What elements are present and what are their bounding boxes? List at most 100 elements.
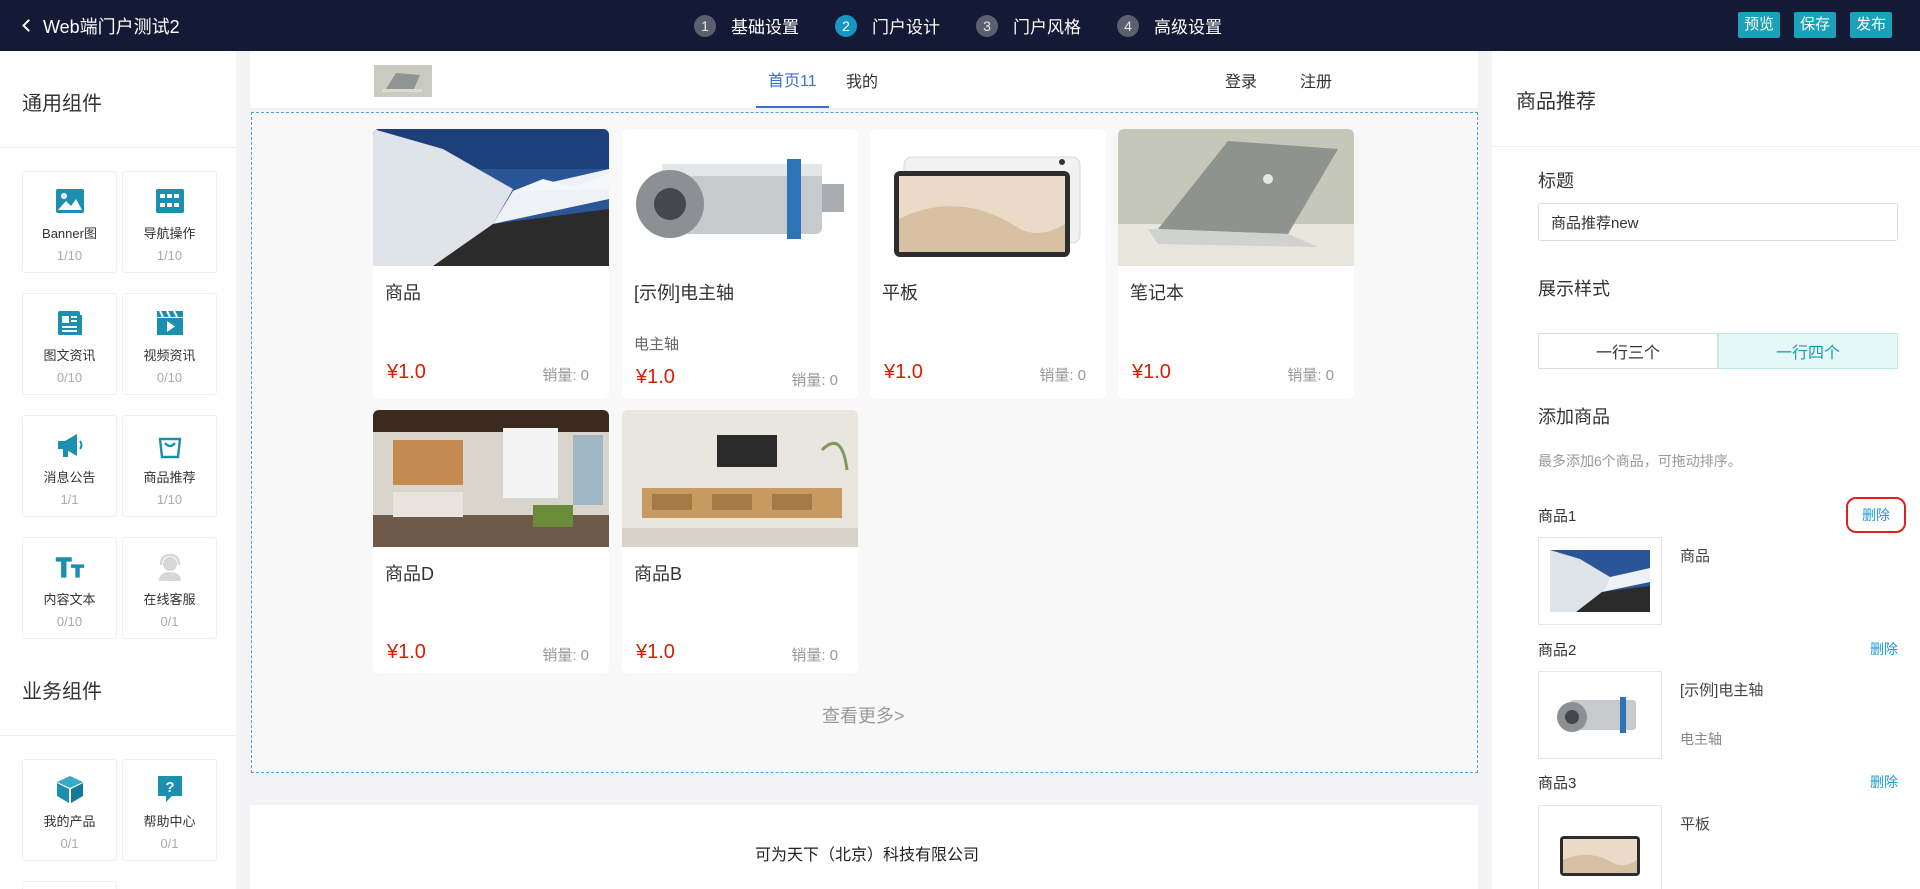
thumbnail-image (1550, 684, 1650, 746)
site-logo[interactable] (374, 65, 432, 97)
login-link[interactable]: 登录 (1225, 51, 1257, 108)
divider (1492, 146, 1920, 147)
component-name: 在线客服 (143, 592, 196, 607)
component-name: 图文资讯 (43, 348, 96, 363)
component-count: 1/10 (156, 492, 183, 507)
properties-panel: 商品推荐 标题 展示样式 一行三个 一行四个 添加商品 最多添加6个商品，可拖动… (1492, 51, 1920, 889)
article-icon (54, 307, 86, 339)
product-sales: 销量: 0 (791, 372, 838, 389)
component-video[interactable]: 视频资讯 0/10 (122, 293, 217, 395)
component-palette: 通用组件 Banner图 1/10 导航操作 1/10 图文资讯 0/10 视频… (0, 51, 236, 889)
video-icon (154, 307, 186, 339)
business-components-title: 业务组件 (22, 681, 102, 703)
thumbnail-image (1550, 818, 1650, 880)
product-sales: 销量: 0 (1287, 367, 1334, 384)
component-count: 1/10 (156, 248, 183, 263)
component-navigation[interactable]: 导航操作 1/10 (122, 171, 217, 273)
product-card[interactable]: 笔记本 ¥1.0 销量: 0 (1118, 129, 1354, 399)
component-name: 消息公告 (43, 470, 96, 485)
component-count: 0/1 (60, 836, 79, 851)
megaphone-icon (54, 429, 86, 461)
product-price: ¥1.0 (884, 361, 923, 383)
step-number: 4 (1117, 14, 1139, 37)
component-name: 视频资讯 (143, 348, 196, 363)
component-my-products[interactable]: 我的产品 0/1 (22, 759, 117, 861)
svg-text:?: ? (165, 779, 174, 796)
step-label: 门户风格 (1013, 18, 1081, 37)
product-price: ¥1.0 (387, 361, 426, 383)
divider (0, 735, 236, 736)
product-card[interactable]: 商品B ¥1.0 销量: 0 (622, 410, 858, 673)
item-thumbnail[interactable] (1538, 805, 1662, 889)
component-banner[interactable]: Banner图 1/10 (22, 171, 117, 273)
component-count: 1/10 (56, 248, 83, 263)
component-text[interactable]: 内容文本 0/10 (22, 537, 117, 639)
item-label: 商品1 (1538, 508, 1577, 525)
title-input[interactable] (1538, 203, 1898, 241)
style-option-three[interactable]: 一行三个 (1538, 333, 1718, 369)
delete-button[interactable]: 删除 (1846, 497, 1906, 533)
component-more[interactable] (22, 881, 117, 889)
item-name: [示例]电主轴 (1680, 682, 1764, 699)
save-button[interactable]: 保存 (1793, 12, 1836, 38)
item-thumbnail[interactable] (1538, 671, 1662, 759)
product-sales: 销量: 0 (1039, 367, 1086, 384)
product-image (622, 129, 858, 266)
item-thumbnail[interactable] (1538, 537, 1662, 625)
product-image (1118, 129, 1354, 266)
component-product-recommend[interactable]: 商品推荐 1/10 (122, 415, 217, 517)
component-count: 0/1 (160, 836, 179, 851)
help-icon: ? (154, 773, 186, 805)
nav-mine[interactable]: 我的 (846, 51, 878, 108)
style-option-four[interactable]: 一行四个 (1718, 333, 1898, 369)
product-sales: 销量: 0 (542, 647, 589, 664)
step-label: 门户设计 (872, 18, 940, 37)
add-products-label: 添加商品 (1538, 407, 1610, 427)
component-help-center[interactable]: ? 帮助中心 0/1 (122, 759, 217, 861)
product-card[interactable]: 商品 ¥1.0 销量: 0 (373, 129, 609, 399)
item-label: 商品2 (1538, 642, 1577, 659)
step-number: 3 (976, 14, 998, 37)
navigation-icon (154, 185, 186, 217)
product-price: ¥1.0 (636, 366, 675, 388)
step-number: 2 (835, 14, 857, 37)
back-button[interactable]: Web端门户测试2 (22, 0, 180, 51)
step-portal-style[interactable]: 3 门户风格 (976, 13, 1081, 38)
nav-home[interactable]: 首页11 (756, 51, 829, 108)
item-name: 商品 (1680, 548, 1711, 565)
component-name: 帮助中心 (143, 814, 196, 829)
item-desc: 电主轴 (1680, 731, 1722, 747)
component-name: 内容文本 (43, 592, 96, 607)
component-announcement[interactable]: 消息公告 1/1 (22, 415, 117, 517)
product-card[interactable]: [示例]电主轴 电主轴 ¥1.0 销量: 0 (622, 129, 858, 399)
component-article[interactable]: 图文资讯 0/10 (22, 293, 117, 395)
add-products-hint: 最多添加6个商品，可拖动排序。 (1538, 453, 1742, 469)
product-card[interactable]: 平板 ¥1.0 销量: 0 (870, 129, 1106, 399)
product-price: ¥1.0 (636, 641, 675, 663)
step-number: 1 (694, 14, 716, 37)
shopping-bag-icon (154, 429, 186, 461)
step-advanced-settings[interactable]: 4 高级设置 (1117, 13, 1222, 38)
component-count: 0/10 (56, 614, 83, 629)
component-customer-service[interactable]: 在线客服 0/1 (122, 537, 217, 639)
item-label: 商品3 (1538, 775, 1577, 792)
step-basic-settings[interactable]: 1 基础设置 (694, 13, 799, 38)
register-link[interactable]: 注册 (1300, 51, 1332, 108)
product-image (373, 410, 609, 547)
product-name: 商品 (385, 283, 421, 303)
product-card[interactable]: 商品D ¥1.0 销量: 0 (373, 410, 609, 673)
top-actions: 预览 保存 发布 (1724, 12, 1892, 38)
item-name: 平板 (1680, 816, 1711, 833)
preview-button[interactable]: 预览 (1737, 12, 1780, 38)
step-portal-design[interactable]: 2 门户设计 (835, 13, 940, 38)
step-label: 高级设置 (1154, 18, 1222, 37)
component-count: 0/10 (156, 370, 183, 385)
top-bar: Web端门户测试2 1 基础设置 2 门户设计 3 门户风格 4 高级设置 预览… (0, 0, 1920, 51)
delete-button[interactable]: 删除 (1870, 772, 1898, 792)
cube-icon (54, 773, 86, 805)
product-image (622, 410, 858, 547)
product-name: [示例]电主轴 (634, 283, 735, 303)
view-more-link[interactable]: 查看更多> (822, 702, 905, 728)
delete-button[interactable]: 删除 (1870, 639, 1898, 659)
publish-button[interactable]: 发布 (1849, 12, 1892, 38)
